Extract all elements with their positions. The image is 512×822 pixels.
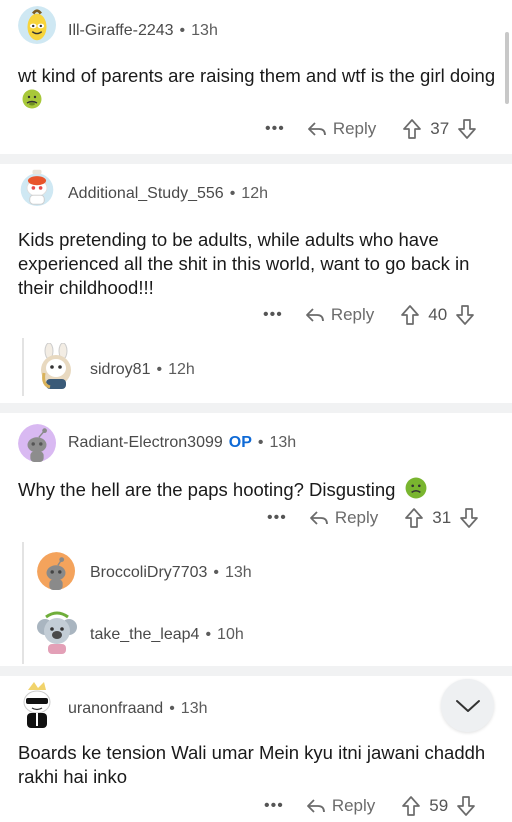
upvote-arrow-icon[interactable] xyxy=(402,118,422,140)
vote-controls: 31 xyxy=(404,507,479,529)
comment-text: wt kind of parents are raising them and … xyxy=(18,65,496,86)
reply-arrow-icon xyxy=(306,799,325,813)
reply-arrow-icon xyxy=(307,122,326,136)
username-link[interactable]: Additional_Study_556 xyxy=(68,185,224,202)
separator-dot: • xyxy=(213,564,219,581)
reply-button[interactable]: Reply xyxy=(305,305,374,325)
comment-body: wt kind of parents are raising them and … xyxy=(18,64,498,112)
vote-count: 59 xyxy=(429,796,449,815)
reply-arrow-icon xyxy=(309,511,328,525)
reply-button[interactable]: Reply xyxy=(309,508,378,528)
reply-label: Reply xyxy=(331,796,376,815)
vote-controls: 37 xyxy=(402,118,477,140)
comment-actions: ••• Reply 59 xyxy=(264,793,476,819)
downvote-arrow-icon[interactable] xyxy=(457,118,477,140)
snoo-avatar-icon xyxy=(37,552,75,590)
collapse-button[interactable] xyxy=(441,679,494,732)
separator-dot: • xyxy=(257,434,264,451)
comment-divider xyxy=(0,154,512,164)
separator-dot: • xyxy=(205,626,212,643)
snoo-avatar-icon xyxy=(20,169,54,206)
reply-button[interactable]: Reply xyxy=(307,119,376,139)
avatar[interactable] xyxy=(18,6,58,46)
comment-meta: Additional_Study_556 • 12h xyxy=(68,185,268,203)
username-link[interactable]: uranonfraand xyxy=(68,700,163,717)
comment-body: Why the hell are the paps hooting? Disgu… xyxy=(18,477,498,502)
banana-avatar-icon xyxy=(18,6,56,44)
comment-text: Why the hell are the paps hooting? Disgu… xyxy=(18,479,396,500)
comment-meta: Radiant-Electron3099 OP • 13h xyxy=(68,434,296,452)
comment-divider xyxy=(0,403,512,413)
username-link[interactable]: Ill-Giraffe-2243 xyxy=(68,22,174,39)
comment-actions: ••• Reply 37 xyxy=(265,116,477,142)
separator-dot: • xyxy=(156,361,163,378)
nauseated-face-icon xyxy=(405,477,427,499)
comment-actions: ••• Reply 40 xyxy=(263,302,475,328)
more-options-icon[interactable]: ••• xyxy=(267,510,287,526)
more-options-icon[interactable]: ••• xyxy=(265,121,285,137)
reply-arrow-icon xyxy=(305,308,324,322)
reply-meta: sidroy81 • 12h xyxy=(90,361,195,379)
nauseated-face-icon xyxy=(22,89,42,109)
comment-divider xyxy=(0,666,512,676)
upvote-arrow-icon[interactable] xyxy=(404,507,424,529)
reply-meta: BroccoliDry7703 • 13h xyxy=(90,564,252,582)
separator-dot: • xyxy=(179,22,186,39)
upvote-arrow-icon[interactable] xyxy=(400,304,420,326)
op-badge: OP xyxy=(228,434,252,451)
comment-body: Kids pretending to be adults, while adul… xyxy=(18,229,470,298)
avatar[interactable] xyxy=(36,607,78,655)
vote-count: 31 xyxy=(432,508,452,527)
more-options-icon[interactable]: ••• xyxy=(263,307,283,323)
username-link[interactable]: sidroy81 xyxy=(90,361,150,378)
avatar[interactable] xyxy=(37,552,77,592)
timestamp: 13h xyxy=(269,434,297,451)
avatar[interactable] xyxy=(16,680,58,730)
sunglasses-avatar-icon xyxy=(23,682,51,728)
bunny-avatar-icon xyxy=(41,343,71,389)
scrollbar[interactable] xyxy=(505,32,509,104)
reply-label: Reply xyxy=(332,119,377,138)
thread-line[interactable] xyxy=(22,338,24,396)
reply-button[interactable]: Reply xyxy=(306,796,375,816)
comment-meta: uranonfraand • 13h xyxy=(68,700,208,718)
downvote-arrow-icon[interactable] xyxy=(456,795,476,817)
timestamp: 13h xyxy=(225,564,252,581)
vote-controls: 40 xyxy=(400,304,475,326)
avatar[interactable] xyxy=(18,424,58,464)
username-link[interactable]: take_the_leap4 xyxy=(90,626,199,643)
vote-controls: 59 xyxy=(401,795,476,817)
reply-label: Reply xyxy=(334,508,379,527)
comment-body: Boards ke tension Wali umar Mein kyu itn… xyxy=(18,742,486,787)
chevron-down-icon xyxy=(455,699,480,712)
vote-count: 37 xyxy=(430,119,450,138)
vote-count: 40 xyxy=(428,305,448,324)
comment-meta: Ill-Giraffe-2243 • 13h xyxy=(68,22,218,40)
timestamp: 13h xyxy=(180,700,208,717)
avatar[interactable] xyxy=(36,343,76,391)
comment-actions: ••• Reply 31 xyxy=(267,505,479,531)
snoo-avatar-icon xyxy=(18,424,56,462)
reply-meta: take_the_leap4 • 10h xyxy=(90,626,244,644)
timestamp: 12h xyxy=(241,185,268,202)
timestamp: 13h xyxy=(191,22,218,39)
username-link[interactable]: BroccoliDry7703 xyxy=(90,564,207,581)
timestamp: 10h xyxy=(217,626,244,643)
upvote-arrow-icon[interactable] xyxy=(401,795,421,817)
timestamp: 12h xyxy=(168,361,195,378)
separator-dot: • xyxy=(169,700,175,717)
username-link[interactable]: Radiant-Electron3099 xyxy=(68,434,223,451)
more-options-icon[interactable]: ••• xyxy=(264,798,284,814)
downvote-arrow-icon[interactable] xyxy=(459,507,479,529)
avatar[interactable] xyxy=(18,168,58,210)
thread-line[interactable] xyxy=(22,542,24,664)
reply-label: Reply xyxy=(330,305,375,324)
separator-dot: • xyxy=(229,185,236,202)
downvote-arrow-icon[interactable] xyxy=(455,304,475,326)
koala-avatar-icon xyxy=(37,611,77,654)
